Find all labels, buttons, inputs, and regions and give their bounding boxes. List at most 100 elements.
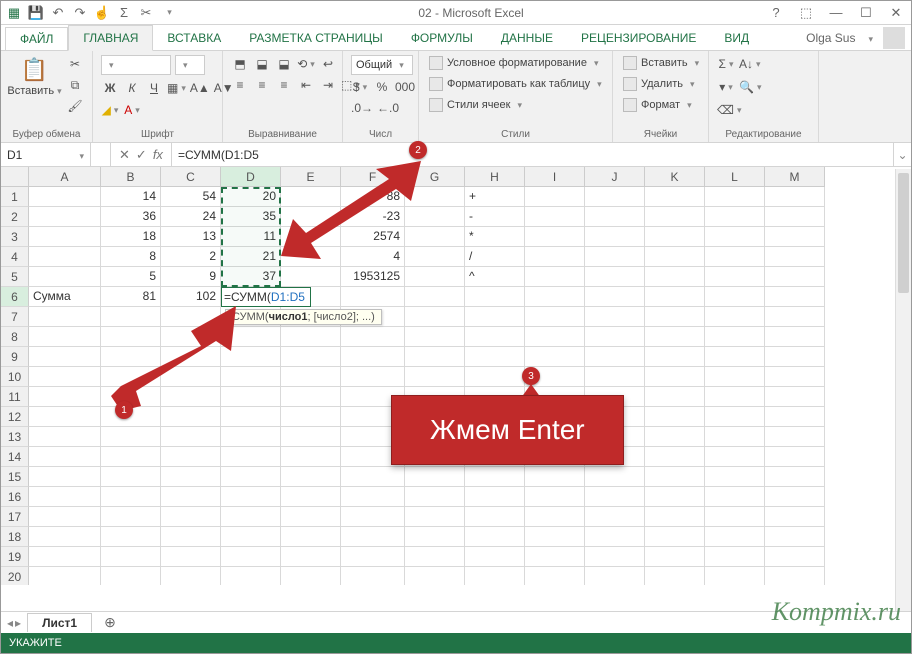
cell-J9[interactable] xyxy=(585,347,645,367)
user-dropdown-icon[interactable] xyxy=(865,31,873,45)
cell-K10[interactable] xyxy=(645,367,705,387)
cell-B7[interactable] xyxy=(101,307,161,327)
bold-button[interactable]: Ж xyxy=(101,79,119,97)
cell-G2[interactable] xyxy=(405,207,465,227)
cell-A20[interactable] xyxy=(29,567,101,585)
cell-J2[interactable] xyxy=(585,207,645,227)
cut-icon[interactable]: ✂ xyxy=(137,4,155,22)
cell-H1[interactable]: + xyxy=(465,187,525,207)
cell-D18[interactable] xyxy=(221,527,281,547)
tab-layout[interactable]: РАЗМЕТКА СТРАНИЦЫ xyxy=(235,25,397,50)
underline-button[interactable]: Ч xyxy=(145,79,163,97)
cell-D15[interactable] xyxy=(221,467,281,487)
cell-G7[interactable] xyxy=(405,307,465,327)
cell-C4[interactable]: 2 xyxy=(161,247,221,267)
cell-M12[interactable] xyxy=(765,407,825,427)
cell-M5[interactable] xyxy=(765,267,825,287)
cell-A6[interactable]: Сумма xyxy=(29,287,101,307)
cell-G9[interactable] xyxy=(405,347,465,367)
row-header-18[interactable]: 18 xyxy=(1,527,29,547)
cut-button[interactable]: ✂ xyxy=(66,55,84,73)
cell-G5[interactable] xyxy=(405,267,465,287)
col-header-G[interactable]: G xyxy=(405,167,465,187)
cell-A14[interactable] xyxy=(29,447,101,467)
cancel-formula-icon[interactable]: ✕ xyxy=(119,147,130,163)
cell-H6[interactable] xyxy=(465,287,525,307)
cell-E19[interactable] xyxy=(281,547,341,567)
cell-F18[interactable] xyxy=(341,527,405,547)
cell-D14[interactable] xyxy=(221,447,281,467)
fill-color[interactable]: ◢ xyxy=(101,101,119,119)
cell-L8[interactable] xyxy=(705,327,765,347)
cell-F10[interactable] xyxy=(341,367,405,387)
cell-L4[interactable] xyxy=(705,247,765,267)
cell-E10[interactable] xyxy=(281,367,341,387)
align-left[interactable]: ≡ xyxy=(231,76,249,94)
cell-B5[interactable]: 5 xyxy=(101,267,161,287)
cell-H7[interactable] xyxy=(465,307,525,327)
save-icon[interactable]: 💾 xyxy=(27,4,45,22)
cell-A13[interactable] xyxy=(29,427,101,447)
cell-H9[interactable] xyxy=(465,347,525,367)
cell-E18[interactable] xyxy=(281,527,341,547)
col-header-E[interactable]: E xyxy=(281,167,341,187)
cell-H17[interactable] xyxy=(465,507,525,527)
cell-D13[interactable] xyxy=(221,427,281,447)
cell-L18[interactable] xyxy=(705,527,765,547)
cell-J15[interactable] xyxy=(585,467,645,487)
cell-J4[interactable] xyxy=(585,247,645,267)
number-format[interactable]: Общий xyxy=(351,55,413,75)
cell-I5[interactable] xyxy=(525,267,585,287)
cell-B8[interactable] xyxy=(101,327,161,347)
row-header-16[interactable]: 16 xyxy=(1,487,29,507)
col-header-K[interactable]: K xyxy=(645,167,705,187)
cell-K14[interactable] xyxy=(645,447,705,467)
cell-F19[interactable] xyxy=(341,547,405,567)
cell-D1[interactable]: 20 xyxy=(221,187,281,207)
cell-K18[interactable] xyxy=(645,527,705,547)
col-header-F[interactable]: F xyxy=(341,167,405,187)
cell-C12[interactable] xyxy=(161,407,221,427)
cell-H15[interactable] xyxy=(465,467,525,487)
cell-A18[interactable] xyxy=(29,527,101,547)
align-bottom[interactable]: ⬓ xyxy=(275,55,293,73)
cell-C19[interactable] xyxy=(161,547,221,567)
cell-A12[interactable] xyxy=(29,407,101,427)
cell-I3[interactable] xyxy=(525,227,585,247)
row-header-7[interactable]: 7 xyxy=(1,307,29,327)
cell-K8[interactable] xyxy=(645,327,705,347)
cell-M2[interactable] xyxy=(765,207,825,227)
cell-L5[interactable] xyxy=(705,267,765,287)
cell-A2[interactable] xyxy=(29,207,101,227)
cell-L10[interactable] xyxy=(705,367,765,387)
cell-C5[interactable]: 9 xyxy=(161,267,221,287)
align-middle[interactable]: ⬓ xyxy=(253,55,271,73)
fill[interactable]: ▾ xyxy=(717,78,735,96)
cell-J1[interactable] xyxy=(585,187,645,207)
sort-filter[interactable]: A↓ xyxy=(739,55,761,73)
cell-M6[interactable] xyxy=(765,287,825,307)
cell-E5[interactable] xyxy=(281,267,341,287)
vertical-scrollbar[interactable] xyxy=(895,169,911,611)
cell-L16[interactable] xyxy=(705,487,765,507)
cell-F6[interactable] xyxy=(341,287,405,307)
name-box[interactable]: D1 xyxy=(1,143,91,166)
cell-H10[interactable] xyxy=(465,367,525,387)
cell-A17[interactable] xyxy=(29,507,101,527)
cell-G19[interactable] xyxy=(405,547,465,567)
cell-C18[interactable] xyxy=(161,527,221,547)
cell-K5[interactable] xyxy=(645,267,705,287)
cell-H16[interactable] xyxy=(465,487,525,507)
cell-E16[interactable] xyxy=(281,487,341,507)
cell-A10[interactable] xyxy=(29,367,101,387)
cell-M9[interactable] xyxy=(765,347,825,367)
col-header-B[interactable]: B xyxy=(101,167,161,187)
dec-dec[interactable]: ←.0 xyxy=(377,99,399,117)
cell-G18[interactable] xyxy=(405,527,465,547)
cell-F9[interactable] xyxy=(341,347,405,367)
cell-M20[interactable] xyxy=(765,567,825,585)
cell-L13[interactable] xyxy=(705,427,765,447)
cell-C6[interactable]: 102 xyxy=(161,287,221,307)
cell-I19[interactable] xyxy=(525,547,585,567)
cell-G17[interactable] xyxy=(405,507,465,527)
